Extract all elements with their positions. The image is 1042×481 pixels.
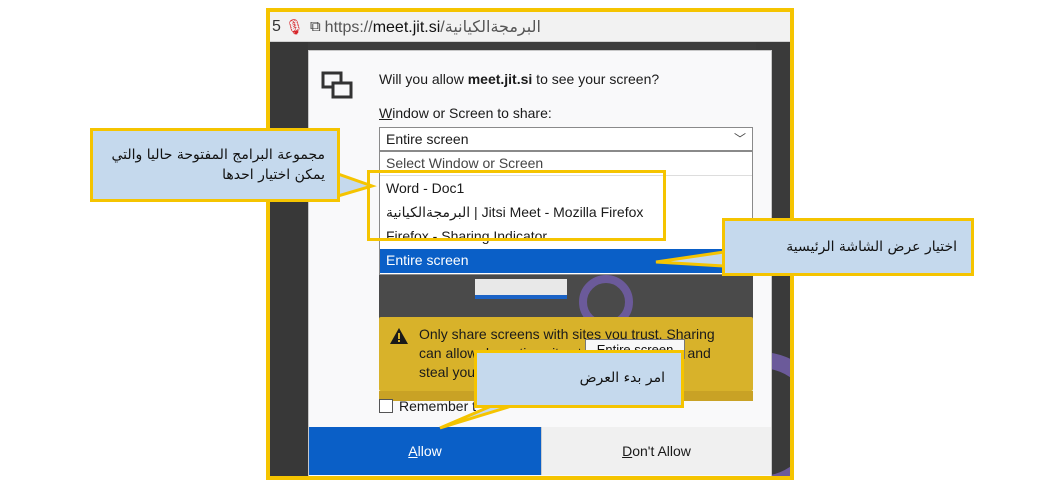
- screenshot-frame: 5 🎙 ⧉ https://meet.jit.si/البرمجةالكياني…: [266, 8, 794, 480]
- allow-accesskey: A: [408, 443, 418, 459]
- permission-question: Will you allow meet.jit.si to see your s…: [379, 71, 659, 87]
- select-label-accesskey: W: [379, 105, 393, 121]
- url-domain: meet.jit.si: [372, 18, 441, 36]
- checkbox[interactable]: [379, 399, 393, 413]
- screen-share-icon[interactable]: ⧉: [310, 18, 321, 35]
- allow-label: llow: [417, 443, 442, 459]
- screen-select[interactable]: Entire screen ﹀: [379, 127, 753, 151]
- callout-entire-screen: اختيار عرض الشاشة الرئيسية: [722, 218, 974, 276]
- question-prefix: Will you allow: [379, 71, 468, 87]
- callout-open-programs: مجموعة البرامج المفتوحة حاليا والتي يمكن…: [90, 128, 340, 202]
- url-prefix: https://: [324, 18, 373, 36]
- page-background-left: [270, 42, 308, 476]
- question-suffix: to see your screen?: [532, 71, 660, 87]
- dropdown-option-entire-screen[interactable]: Entire screen: [380, 249, 752, 273]
- select-label-text: indow or Screen to share:: [392, 105, 552, 121]
- open-programs-highlight: [367, 170, 666, 241]
- allow-button[interactable]: Allow: [309, 427, 541, 475]
- tab-number: 5: [272, 17, 281, 35]
- url-text[interactable]: https://meet.jit.si/البرمجةالكيانية: [325, 17, 541, 37]
- warning-line-1: Only share screens with sites you trust.…: [419, 326, 715, 342]
- url-path: /البرمجةالكيانية: [440, 18, 541, 36]
- microphone-icon[interactable]: 🎙: [285, 18, 304, 36]
- remember-checkbox[interactable]: Remember t: [379, 398, 476, 414]
- dont-allow-button[interactable]: Don't Allow: [541, 427, 771, 475]
- deny-label: on't Allow: [632, 443, 691, 459]
- remember-label: Remember t: [399, 398, 477, 414]
- chevron-down-icon: ﹀: [733, 132, 746, 146]
- preview-thumbnail: [475, 279, 567, 299]
- callout-allow: امر بدء العرض: [474, 350, 684, 408]
- question-site: meet.jit.si: [467, 71, 533, 87]
- warning-icon: [390, 328, 408, 344]
- screen-select-value: Entire screen: [386, 131, 469, 147]
- address-bar[interactable]: 5 🎙 ⧉ https://meet.jit.si/البرمجةالكياني…: [270, 12, 790, 42]
- deny-accesskey: D: [622, 443, 633, 459]
- screen-share-icon: [321, 71, 353, 99]
- screen-share-permission-panel: Will you allow meet.jit.si to see your s…: [308, 50, 772, 476]
- select-label: Window or Screen to share:: [379, 105, 552, 121]
